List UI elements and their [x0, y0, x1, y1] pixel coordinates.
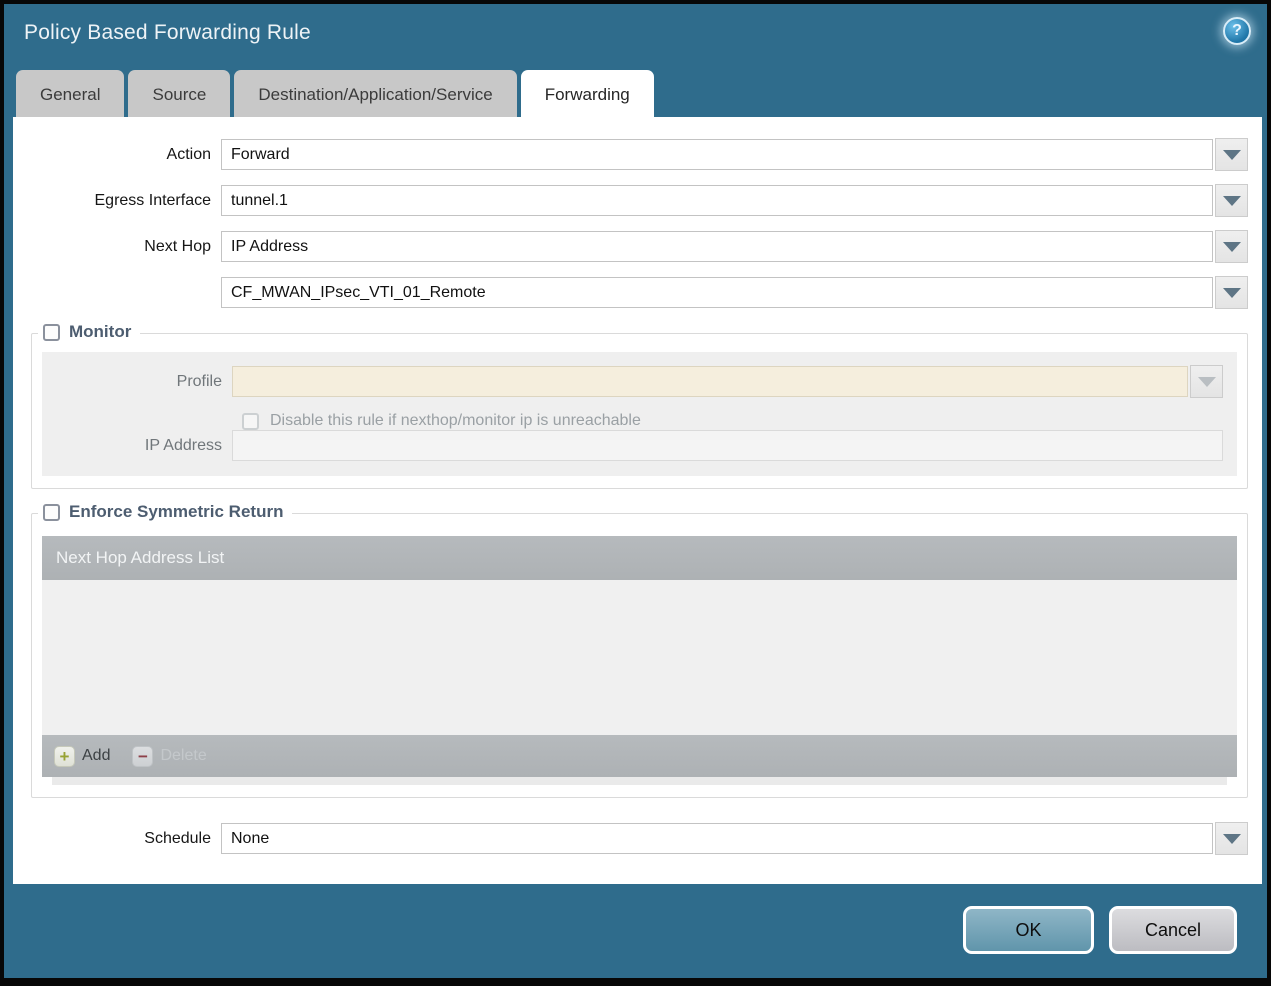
egress-interface-row: Egress Interface	[13, 184, 1248, 217]
monitor-ip-address-label: IP Address	[144, 436, 222, 454]
schedule-input[interactable]	[221, 823, 1213, 854]
tab-destination-application-service[interactable]: Destination/Application/Service	[234, 70, 517, 117]
action-label: Action	[166, 145, 211, 163]
schedule-label: Schedule	[144, 829, 211, 847]
tab-bar: General Source Destination/Application/S…	[16, 70, 1267, 117]
profile-row: Profile	[42, 365, 1223, 398]
chevron-down-icon	[1222, 241, 1241, 252]
tab-source[interactable]: Source	[128, 70, 231, 117]
profile-label: Profile	[176, 372, 222, 390]
action-input[interactable]	[221, 139, 1213, 170]
monitor-panel: Profile Disable this rule if nexthop/mon…	[42, 352, 1237, 476]
chevron-down-icon	[1197, 376, 1216, 387]
disable-rule-label: Disable this rule if nexthop/monitor ip …	[270, 412, 641, 429]
next-hop-address-input[interactable]	[221, 277, 1213, 308]
action-row: Action	[13, 138, 1248, 171]
delete-button-label: Delete	[160, 747, 207, 764]
dialog-title: Policy Based Forwarding Rule	[24, 21, 311, 44]
chevron-down-icon	[1222, 149, 1241, 160]
next-hop-address-list-body[interactable]	[42, 580, 1237, 735]
egress-interface-label: Egress Interface	[94, 191, 212, 209]
next-hop-type-input[interactable]	[221, 231, 1213, 262]
monitor-checkbox[interactable]	[43, 323, 60, 341]
schedule-dropdown-button[interactable]	[1215, 822, 1248, 855]
next-hop-row: Next Hop	[13, 230, 1248, 263]
tab-forwarding[interactable]: Forwarding	[520, 70, 654, 117]
next-hop-address-row	[13, 276, 1248, 309]
schedule-row: Schedule	[13, 822, 1248, 855]
monitor-ip-address-input	[232, 430, 1223, 461]
tab-general[interactable]: General	[16, 70, 125, 117]
enforce-legend: Enforce Symmetric Return	[38, 502, 293, 522]
egress-interface-input[interactable]	[221, 185, 1213, 216]
help-glyph: ?	[1232, 22, 1242, 39]
add-button-label: Add	[82, 747, 111, 764]
monitor-fieldset: Monitor Profile Disable this rule if nex…	[31, 322, 1248, 489]
monitor-legend-label: Monitor	[69, 322, 132, 341]
profile-dropdown-button	[1190, 365, 1223, 398]
policy-based-forwarding-dialog: Policy Based Forwarding Rule ? General S…	[0, 0, 1271, 986]
monitor-ip-address-row: IP Address	[42, 430, 1223, 461]
enforce-symmetric-return-fieldset: Enforce Symmetric Return Next Hop Addres…	[31, 502, 1248, 798]
table-scroll-strip	[52, 777, 1227, 785]
help-icon[interactable]: ?	[1223, 17, 1251, 45]
disable-rule-row: Disable this rule if nexthop/monitor ip …	[242, 412, 1223, 430]
next-hop-address-list-table: Next Hop Address List + Add − Delete	[42, 536, 1237, 785]
ok-button[interactable]: OK	[963, 906, 1094, 954]
next-hop-label: Next Hop	[144, 237, 211, 255]
table-toolbar: + Add − Delete	[42, 735, 1237, 777]
delete-button: − Delete	[132, 745, 207, 767]
chevron-down-icon	[1222, 287, 1241, 298]
plus-icon: +	[54, 745, 75, 767]
enforce-symmetric-return-checkbox[interactable]	[43, 503, 60, 521]
profile-input	[232, 366, 1188, 397]
enforce-legend-label: Enforce Symmetric Return	[69, 502, 284, 521]
action-dropdown-button[interactable]	[1215, 138, 1248, 171]
forwarding-tab-panel: Action Egress Interface Next Hop	[13, 117, 1262, 884]
add-button[interactable]: + Add	[54, 745, 111, 767]
egress-interface-dropdown-button[interactable]	[1215, 184, 1248, 217]
next-hop-address-list-header: Next Hop Address List	[42, 536, 1237, 580]
cancel-button[interactable]: Cancel	[1109, 906, 1237, 954]
title-bar: Policy Based Forwarding Rule ?	[4, 4, 1267, 70]
chevron-down-icon	[1222, 833, 1241, 844]
disable-rule-checkbox	[242, 412, 259, 430]
chevron-down-icon	[1222, 195, 1241, 206]
minus-icon: −	[132, 745, 154, 767]
dialog-footer: OK Cancel	[4, 884, 1267, 978]
next-hop-address-dropdown-button[interactable]	[1215, 276, 1248, 309]
next-hop-dropdown-button[interactable]	[1215, 230, 1248, 263]
monitor-legend: Monitor	[38, 322, 141, 342]
